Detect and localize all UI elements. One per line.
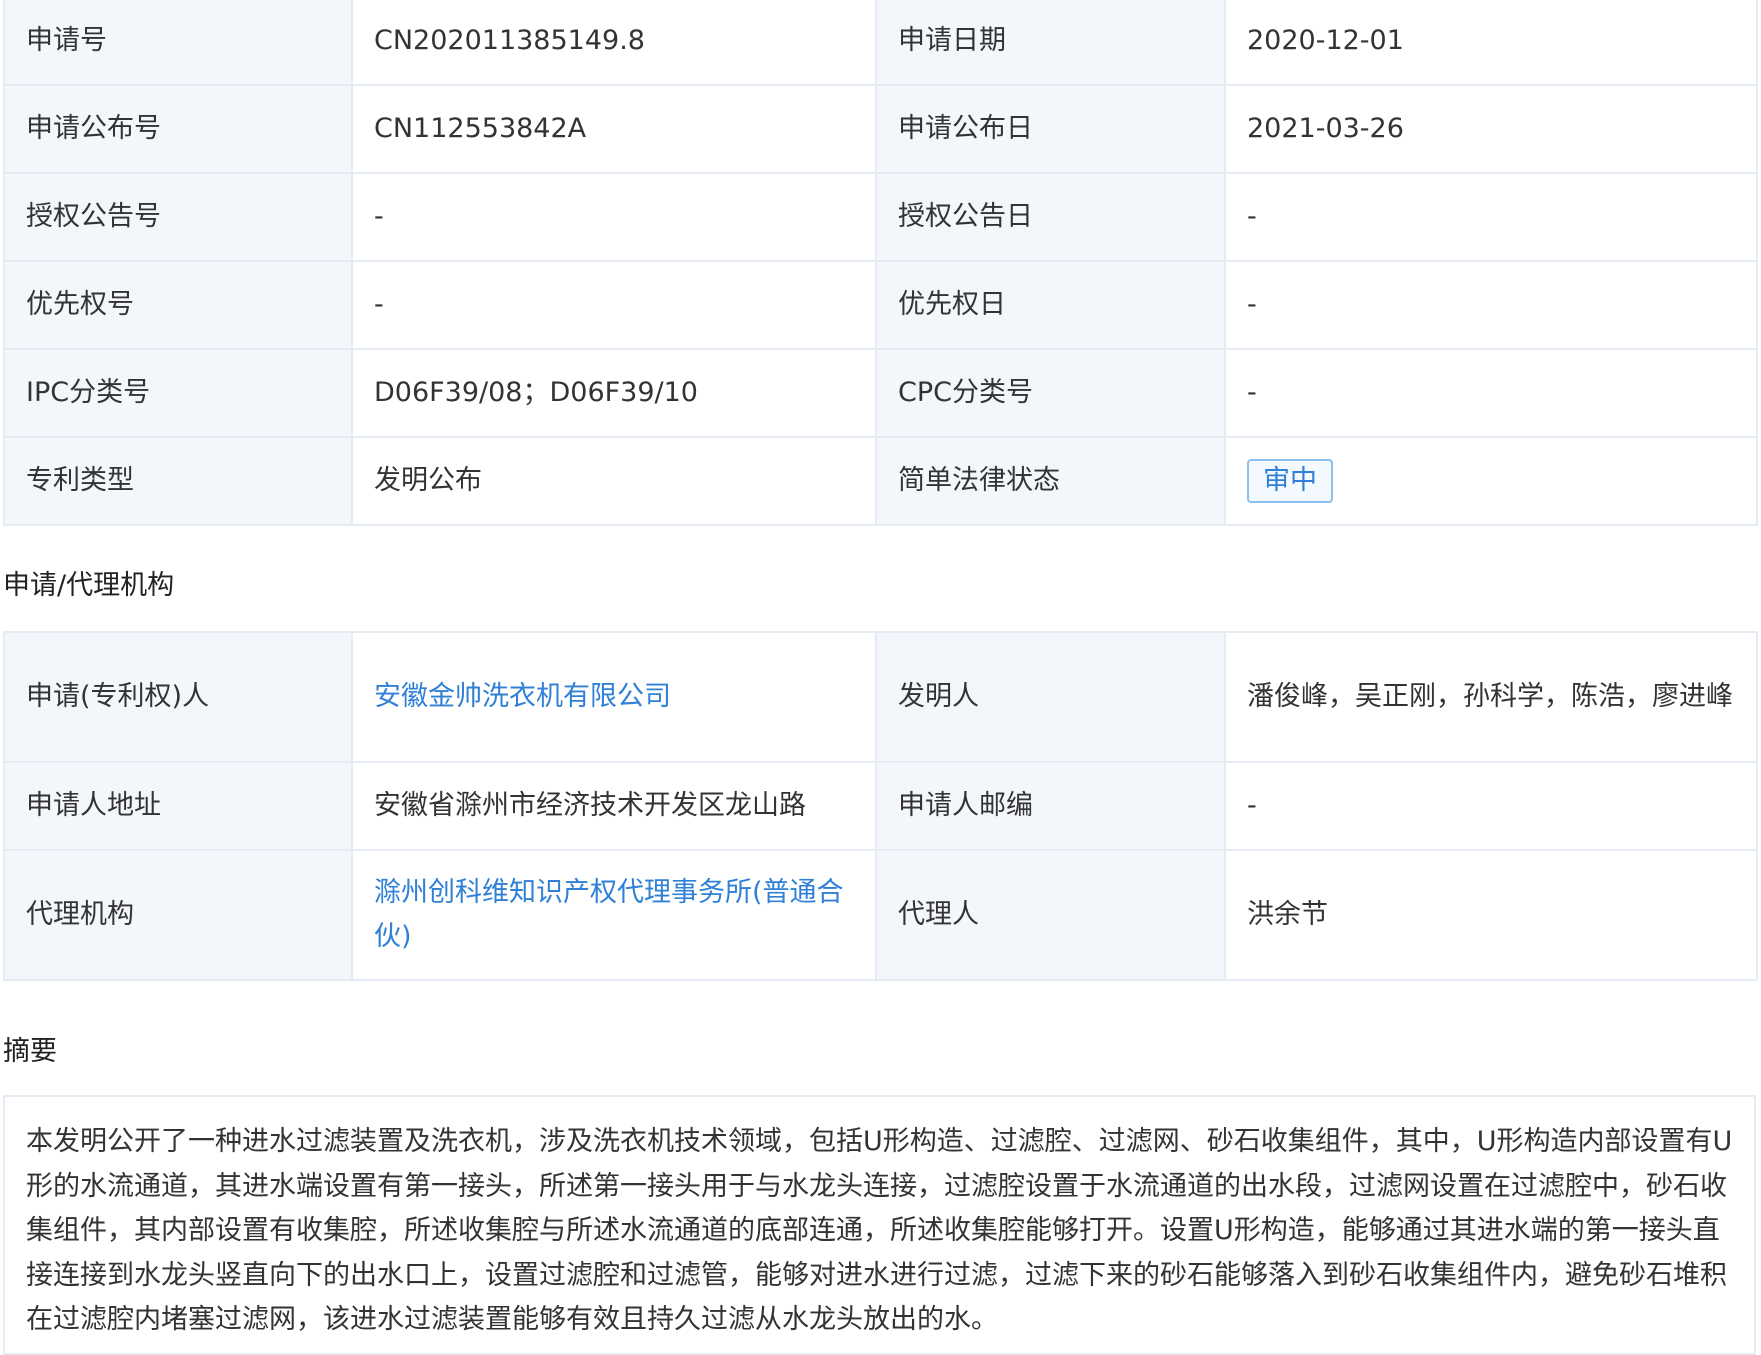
table-row: 优先权号 - 优先权日 -	[3, 260, 1758, 350]
postcode-label: 申请人邮编	[875, 761, 1226, 851]
application-date-label: 申请日期	[875, 0, 1226, 86]
table-row: 申请人地址 安徽省滁州市经济技术开发区龙山路 申请人邮编 -	[3, 761, 1758, 851]
priority-number-value: -	[351, 260, 877, 350]
grant-number-value: -	[351, 172, 877, 262]
legal-status-cell: 审中	[1224, 436, 1758, 526]
publication-number-label: 申请公布号	[3, 84, 353, 174]
publication-date-label: 申请公布日	[875, 84, 1226, 174]
agency-link[interactable]: 滁州创科维知识产权代理事务所(普通合伙)	[374, 877, 844, 952]
applicant-cell: 安徽金帅洗衣机有限公司	[351, 631, 877, 763]
patent-type-value: 发明公布	[351, 436, 877, 526]
agent-label: 代理人	[875, 849, 1226, 981]
legal-status-label: 简单法律状态	[875, 436, 1226, 526]
patent-type-label: 专利类型	[3, 436, 353, 526]
table-row: 申请(专利权)人 安徽金帅洗衣机有限公司 发明人 潘俊峰，吴正刚，孙科学，陈浩，…	[3, 631, 1758, 763]
ipc-label: IPC分类号	[3, 348, 353, 438]
application-number-value: CN202011385149.8	[351, 0, 877, 86]
ipc-value: D06F39/08；D06F39/10	[351, 348, 877, 438]
agency-label: 代理机构	[3, 849, 353, 981]
table-row: 申请号 CN202011385149.8 申请日期 2020-12-01	[3, 0, 1758, 86]
table-row: 申请公布号 CN112553842A 申请公布日 2021-03-26	[3, 84, 1758, 174]
publication-number-value: CN112553842A	[351, 84, 877, 174]
legal-status-badge[interactable]: 审中	[1247, 459, 1333, 503]
table-row: 代理机构 滁州创科维知识产权代理事务所(普通合伙) 代理人 洪余节	[3, 849, 1758, 981]
applicant-link[interactable]: 安徽金帅洗衣机有限公司	[374, 681, 671, 712]
applicant-label: 申请(专利权)人	[3, 631, 353, 763]
abstract-text: 本发明公开了一种进水过滤装置及洗衣机，涉及洗衣机技术领域，包括U形构造、过滤腔、…	[3, 1095, 1756, 1355]
priority-number-label: 优先权号	[3, 260, 353, 350]
postcode-value: -	[1224, 761, 1758, 851]
basic-info-table: 申请号 CN202011385149.8 申请日期 2020-12-01 申请公…	[3, 0, 1758, 526]
section-title-applicant: 申请/代理机构	[3, 570, 175, 601]
agency-cell: 滁州创科维知识产权代理事务所(普通合伙)	[351, 849, 877, 981]
inventor-label: 发明人	[875, 631, 1226, 763]
priority-date-value: -	[1224, 260, 1758, 350]
application-number-label: 申请号	[3, 0, 353, 86]
grant-number-label: 授权公告号	[3, 172, 353, 262]
grant-date-label: 授权公告日	[875, 172, 1226, 262]
publication-date-value: 2021-03-26	[1224, 84, 1758, 174]
table-row: 专利类型 发明公布 简单法律状态 审中	[3, 436, 1758, 526]
table-row: IPC分类号 D06F39/08；D06F39/10 CPC分类号 -	[3, 348, 1758, 438]
priority-date-label: 优先权日	[875, 260, 1226, 350]
section-title-abstract: 摘要	[3, 1036, 57, 1067]
table-row: 授权公告号 - 授权公告日 -	[3, 172, 1758, 262]
cpc-label: CPC分类号	[875, 348, 1226, 438]
applicant-table: 申请(专利权)人 安徽金帅洗衣机有限公司 发明人 潘俊峰，吴正刚，孙科学，陈浩，…	[3, 631, 1758, 981]
address-value: 安徽省滁州市经济技术开发区龙山路	[351, 761, 877, 851]
grant-date-value: -	[1224, 172, 1758, 262]
agent-value: 洪余节	[1224, 849, 1758, 981]
application-date-value: 2020-12-01	[1224, 0, 1758, 86]
cpc-value: -	[1224, 348, 1758, 438]
inventor-value: 潘俊峰，吴正刚，孙科学，陈浩，廖进峰	[1224, 631, 1758, 763]
address-label: 申请人地址	[3, 761, 353, 851]
